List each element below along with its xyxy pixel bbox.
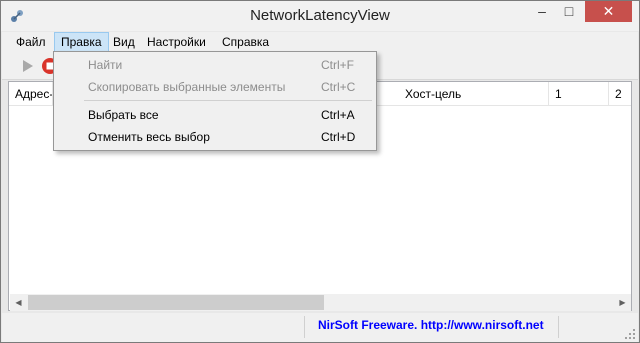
menu-item-label: Скопировать выбранные элементы	[88, 80, 286, 94]
column-target-host[interactable]: Хост-цель	[399, 82, 549, 106]
menu-item-shortcut: Ctrl+F	[321, 58, 354, 72]
column-2[interactable]: 2	[609, 82, 631, 106]
edit-dropdown-menu: Найти Ctrl+F Скопировать выбранные элеме…	[53, 51, 377, 151]
title-bar: NetworkLatencyView – □ ✕	[1, 1, 639, 31]
column-1[interactable]: 1	[549, 82, 609, 106]
maximize-button[interactable]: □	[556, 1, 582, 22]
menu-item-shortcut: Ctrl+C	[321, 80, 356, 94]
column-address[interactable]: Адрес-	[9, 82, 53, 106]
menu-item-find[interactable]: Найти Ctrl+F	[56, 54, 374, 76]
menu-item-label: Найти	[88, 58, 123, 72]
status-divider	[558, 316, 559, 338]
nirsoft-link[interactable]: NirSoft Freeware. http://www.nirsoft.net	[318, 318, 544, 332]
play-icon[interactable]	[18, 57, 36, 75]
horizontal-scrollbar[interactable]: ◀ ▶	[10, 294, 631, 311]
menu-bar: Файл Правка Вид Настройки Справка	[2, 32, 638, 52]
menu-item-deselect-all[interactable]: Отменить весь выбор Ctrl+D	[56, 126, 374, 148]
status-divider	[304, 316, 305, 338]
minimize-button[interactable]: –	[529, 1, 555, 22]
menu-item-shortcut: Ctrl+A	[321, 108, 355, 122]
app-window: NetworkLatencyView – □ ✕ Файл Правка Вид…	[0, 0, 640, 343]
menu-file[interactable]: Файл	[10, 32, 52, 52]
menu-separator	[84, 100, 372, 101]
scroll-right-icon[interactable]: ▶	[614, 294, 631, 311]
menu-item-copy-selected[interactable]: Скопировать выбранные элементы Ctrl+C	[56, 76, 374, 98]
menu-item-select-all[interactable]: Выбрать все Ctrl+A	[56, 104, 374, 126]
scroll-left-icon[interactable]: ◀	[10, 294, 27, 311]
resize-grip-icon[interactable]	[624, 328, 636, 340]
menu-settings[interactable]: Настройки	[141, 32, 212, 52]
close-button[interactable]: ✕	[585, 1, 632, 22]
status-bar: NirSoft Freeware. http://www.nirsoft.net	[2, 313, 638, 342]
menu-edit[interactable]: Правка	[54, 32, 109, 52]
menu-item-label: Выбрать все	[88, 108, 159, 122]
menu-view[interactable]: Вид	[107, 32, 141, 52]
menu-item-label: Отменить весь выбор	[88, 130, 210, 144]
scroll-thumb[interactable]	[28, 295, 324, 310]
menu-item-shortcut: Ctrl+D	[321, 130, 356, 144]
menu-help[interactable]: Справка	[216, 32, 275, 52]
